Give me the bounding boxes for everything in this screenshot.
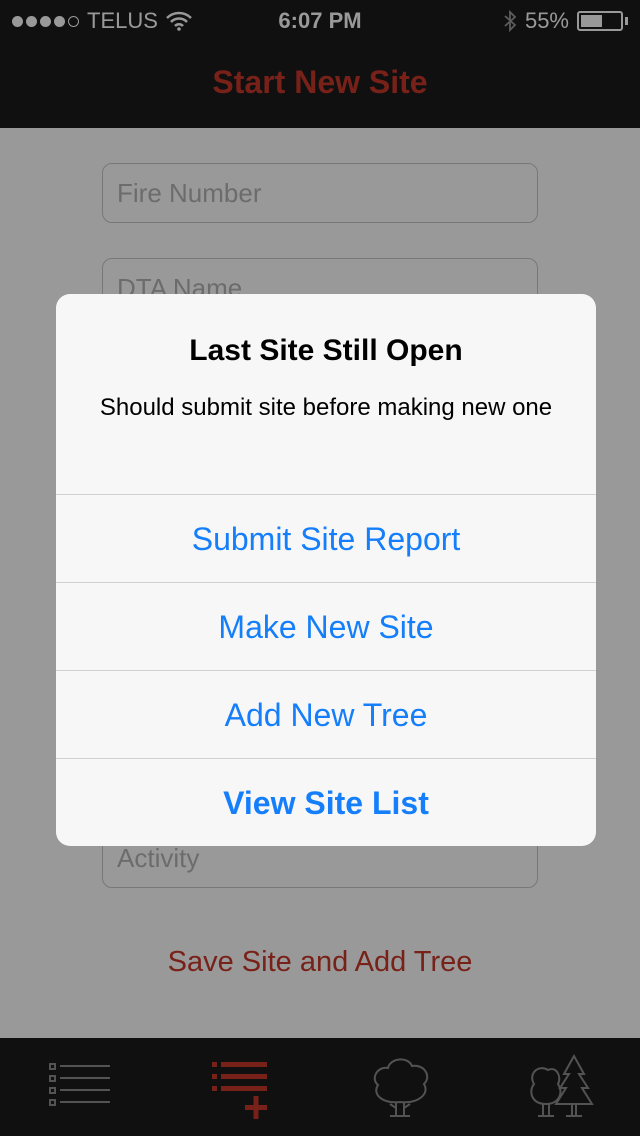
alert-message: Should submit site before making new one — [99, 394, 553, 421]
alert-dialog: Last Site Still Open Should submit site … — [56, 294, 596, 846]
alert-title: Last Site Still Open — [189, 334, 463, 367]
make-new-site-button[interactable]: Make New Site — [56, 582, 596, 670]
view-site-list-button[interactable]: View Site List — [56, 758, 596, 846]
add-new-tree-button[interactable]: Add New Tree — [56, 670, 596, 758]
submit-site-report-button[interactable]: Submit Site Report — [56, 494, 596, 582]
